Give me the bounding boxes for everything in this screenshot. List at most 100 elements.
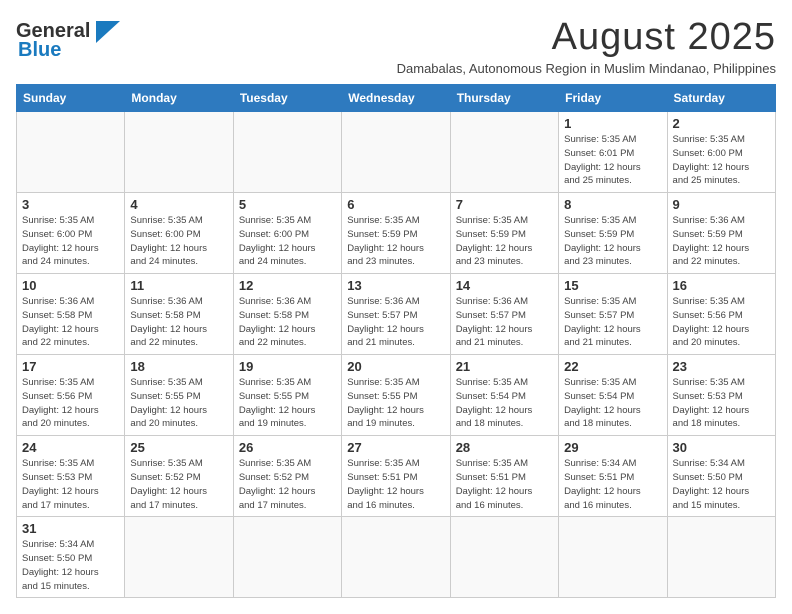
day-info: Sunrise: 5:36 AM Sunset: 5:57 PM Dayligh… <box>456 295 553 350</box>
calendar-cell: 21Sunrise: 5:35 AM Sunset: 5:54 PM Dayli… <box>450 355 558 436</box>
day-number: 22 <box>564 359 661 374</box>
logo-blue-icon <box>92 21 120 43</box>
logo: General Blue <box>16 16 120 62</box>
day-number: 26 <box>239 440 336 455</box>
calendar-week-row: 17 Sunrise: 5:35 AM Sunset: 5:56 PM Dayli… <box>17 355 776 436</box>
calendar-cell: 10 Sunrise: 5:36 AM Sunset: 5:58 PM Dayli… <box>17 274 125 355</box>
day-info: Sunrise: 5:35 AM Sunset: 5:59 PM Dayligh… <box>347 214 444 269</box>
day-info: Sunrise: 5:36 AM Sunset: 5:58 PM Dayligh… <box>239 295 336 350</box>
day-number: 15 <box>564 278 661 293</box>
calendar-cell: 3 Sunrise: 5:35 AM Sunset: 6:00 PM Daylig… <box>17 193 125 274</box>
calendar-week-row: 1 Sunrise: 5:35 AM Sunset: 6:01 PM Daylig… <box>17 112 776 193</box>
calendar-cell: 1 Sunrise: 5:35 AM Sunset: 6:01 PM Daylig… <box>559 112 667 193</box>
day-number: 11 <box>130 278 227 293</box>
calendar-cell <box>233 517 341 598</box>
calendar-cell: 5Sunrise: 5:35 AM Sunset: 6:00 PM Daylig… <box>233 193 341 274</box>
calendar-cell <box>342 112 450 193</box>
day-info: Sunrise: 5:35 AM Sunset: 5:54 PM Dayligh… <box>564 376 661 431</box>
day-number: 19 <box>239 359 336 374</box>
calendar-cell: 29 Sunrise: 5:34 AM Sunset: 5:51 PM Dayli… <box>559 436 667 517</box>
weekday-header-thursday: Thursday <box>450 85 558 112</box>
calendar-table: SundayMondayTuesdayWednesdayThursdayFrid… <box>16 84 776 598</box>
calendar-cell: 6 Sunrise: 5:35 AM Sunset: 5:59 PM Daylig… <box>342 193 450 274</box>
day-number: 8 <box>564 197 661 212</box>
calendar-cell: 27 Sunrise: 5:35 AM Sunset: 5:51 PM Dayli… <box>342 436 450 517</box>
day-info: Sunrise: 5:35 AM Sunset: 5:51 PM Dayligh… <box>347 457 444 512</box>
day-info: Sunrise: 5:36 AM Sunset: 5:58 PM Dayligh… <box>22 295 119 350</box>
day-number: 4 <box>130 197 227 212</box>
calendar-cell: 11 Sunrise: 5:36 AM Sunset: 5:58 PM Dayli… <box>125 274 233 355</box>
day-number: 24 <box>22 440 119 455</box>
day-info: Sunrise: 5:35 AM Sunset: 6:01 PM Dayligh… <box>564 133 661 188</box>
calendar-cell: 22 Sunrise: 5:35 AM Sunset: 5:54 PM Dayli… <box>559 355 667 436</box>
day-info: Sunrise: 5:36 AM Sunset: 5:59 PM Dayligh… <box>673 214 770 269</box>
calendar-cell: 31Sunrise: 5:34 AM Sunset: 5:50 PM Dayli… <box>17 517 125 598</box>
calendar-cell: 19 Sunrise: 5:35 AM Sunset: 5:55 PM Dayli… <box>233 355 341 436</box>
calendar-cell: 2 Sunrise: 5:35 AM Sunset: 6:00 PM Daylig… <box>667 112 775 193</box>
day-info: Sunrise: 5:35 AM Sunset: 5:53 PM Dayligh… <box>673 376 770 431</box>
calendar-cell: 26 Sunrise: 5:35 AM Sunset: 5:52 PM Dayli… <box>233 436 341 517</box>
weekday-header-saturday: Saturday <box>667 85 775 112</box>
day-info: Sunrise: 5:35 AM Sunset: 5:55 PM Dayligh… <box>239 376 336 431</box>
day-number: 12 <box>239 278 336 293</box>
day-info: Sunrise: 5:34 AM Sunset: 5:51 PM Dayligh… <box>564 457 661 512</box>
day-number: 9 <box>673 197 770 212</box>
calendar-cell: 15 Sunrise: 5:35 AM Sunset: 5:57 PM Dayli… <box>559 274 667 355</box>
day-number: 17 <box>22 359 119 374</box>
day-info: Sunrise: 5:34 AM Sunset: 5:50 PM Dayligh… <box>673 457 770 512</box>
day-info: Sunrise: 5:35 AM Sunset: 5:56 PM Dayligh… <box>22 376 119 431</box>
page-header: General Blue August 2025 Damabalas, Auto… <box>16 16 776 76</box>
day-info: Sunrise: 5:35 AM Sunset: 5:55 PM Dayligh… <box>130 376 227 431</box>
calendar-week-row: 10 Sunrise: 5:36 AM Sunset: 5:58 PM Dayli… <box>17 274 776 355</box>
day-info: Sunrise: 5:35 AM Sunset: 5:57 PM Dayligh… <box>564 295 661 350</box>
calendar-cell: 20 Sunrise: 5:35 AM Sunset: 5:55 PM Dayli… <box>342 355 450 436</box>
day-number: 29 <box>564 440 661 455</box>
day-number: 3 <box>22 197 119 212</box>
calendar-cell: 30Sunrise: 5:34 AM Sunset: 5:50 PM Dayli… <box>667 436 775 517</box>
calendar-cell <box>342 517 450 598</box>
day-number: 16 <box>673 278 770 293</box>
calendar-cell: 28 Sunrise: 5:35 AM Sunset: 5:51 PM Dayli… <box>450 436 558 517</box>
day-info: Sunrise: 5:35 AM Sunset: 5:59 PM Dayligh… <box>564 214 661 269</box>
day-info: Sunrise: 5:35 AM Sunset: 5:52 PM Dayligh… <box>239 457 336 512</box>
calendar-cell: 23Sunrise: 5:35 AM Sunset: 5:53 PM Dayli… <box>667 355 775 436</box>
calendar-cell: 8 Sunrise: 5:35 AM Sunset: 5:59 PM Daylig… <box>559 193 667 274</box>
day-info: Sunrise: 5:35 AM Sunset: 5:52 PM Dayligh… <box>130 457 227 512</box>
day-number: 1 <box>564 116 661 131</box>
day-info: Sunrise: 5:36 AM Sunset: 5:57 PM Dayligh… <box>347 295 444 350</box>
calendar-cell <box>125 517 233 598</box>
weekday-header-sunday: Sunday <box>17 85 125 112</box>
page-title: August 2025 <box>140 16 776 59</box>
calendar-cell: 4 Sunrise: 5:35 AM Sunset: 6:00 PM Daylig… <box>125 193 233 274</box>
day-number: 27 <box>347 440 444 455</box>
weekday-header-wednesday: Wednesday <box>342 85 450 112</box>
day-number: 7 <box>456 197 553 212</box>
day-number: 6 <box>347 197 444 212</box>
calendar-cell: 17 Sunrise: 5:35 AM Sunset: 5:56 PM Dayli… <box>17 355 125 436</box>
day-info: Sunrise: 5:35 AM Sunset: 6:00 PM Dayligh… <box>239 214 336 269</box>
day-number: 18 <box>130 359 227 374</box>
day-info: Sunrise: 5:35 AM Sunset: 5:59 PM Dayligh… <box>456 214 553 269</box>
calendar-week-row: 3 Sunrise: 5:35 AM Sunset: 6:00 PM Daylig… <box>17 193 776 274</box>
day-info: Sunrise: 5:35 AM Sunset: 5:55 PM Dayligh… <box>347 376 444 431</box>
calendar-cell: 12 Sunrise: 5:36 AM Sunset: 5:58 PM Dayli… <box>233 274 341 355</box>
page-subtitle: Damabalas, Autonomous Region in Muslim M… <box>140 61 776 76</box>
day-number: 2 <box>673 116 770 131</box>
day-info: Sunrise: 5:36 AM Sunset: 5:58 PM Dayligh… <box>130 295 227 350</box>
day-info: Sunrise: 5:35 AM Sunset: 6:00 PM Dayligh… <box>22 214 119 269</box>
logo-text-blue: Blue <box>18 39 61 62</box>
day-number: 20 <box>347 359 444 374</box>
calendar-cell: 24Sunrise: 5:35 AM Sunset: 5:53 PM Dayli… <box>17 436 125 517</box>
calendar-cell: 7 Sunrise: 5:35 AM Sunset: 5:59 PM Daylig… <box>450 193 558 274</box>
day-info: Sunrise: 5:35 AM Sunset: 6:00 PM Dayligh… <box>130 214 227 269</box>
day-number: 14 <box>456 278 553 293</box>
day-number: 28 <box>456 440 553 455</box>
day-info: Sunrise: 5:35 AM Sunset: 5:51 PM Dayligh… <box>456 457 553 512</box>
calendar-cell <box>450 517 558 598</box>
calendar-cell <box>450 112 558 193</box>
calendar-cell <box>559 517 667 598</box>
calendar-week-row: 24Sunrise: 5:35 AM Sunset: 5:53 PM Dayli… <box>17 436 776 517</box>
calendar-cell <box>17 112 125 193</box>
day-info: Sunrise: 5:35 AM Sunset: 6:00 PM Dayligh… <box>673 133 770 188</box>
day-number: 10 <box>22 278 119 293</box>
